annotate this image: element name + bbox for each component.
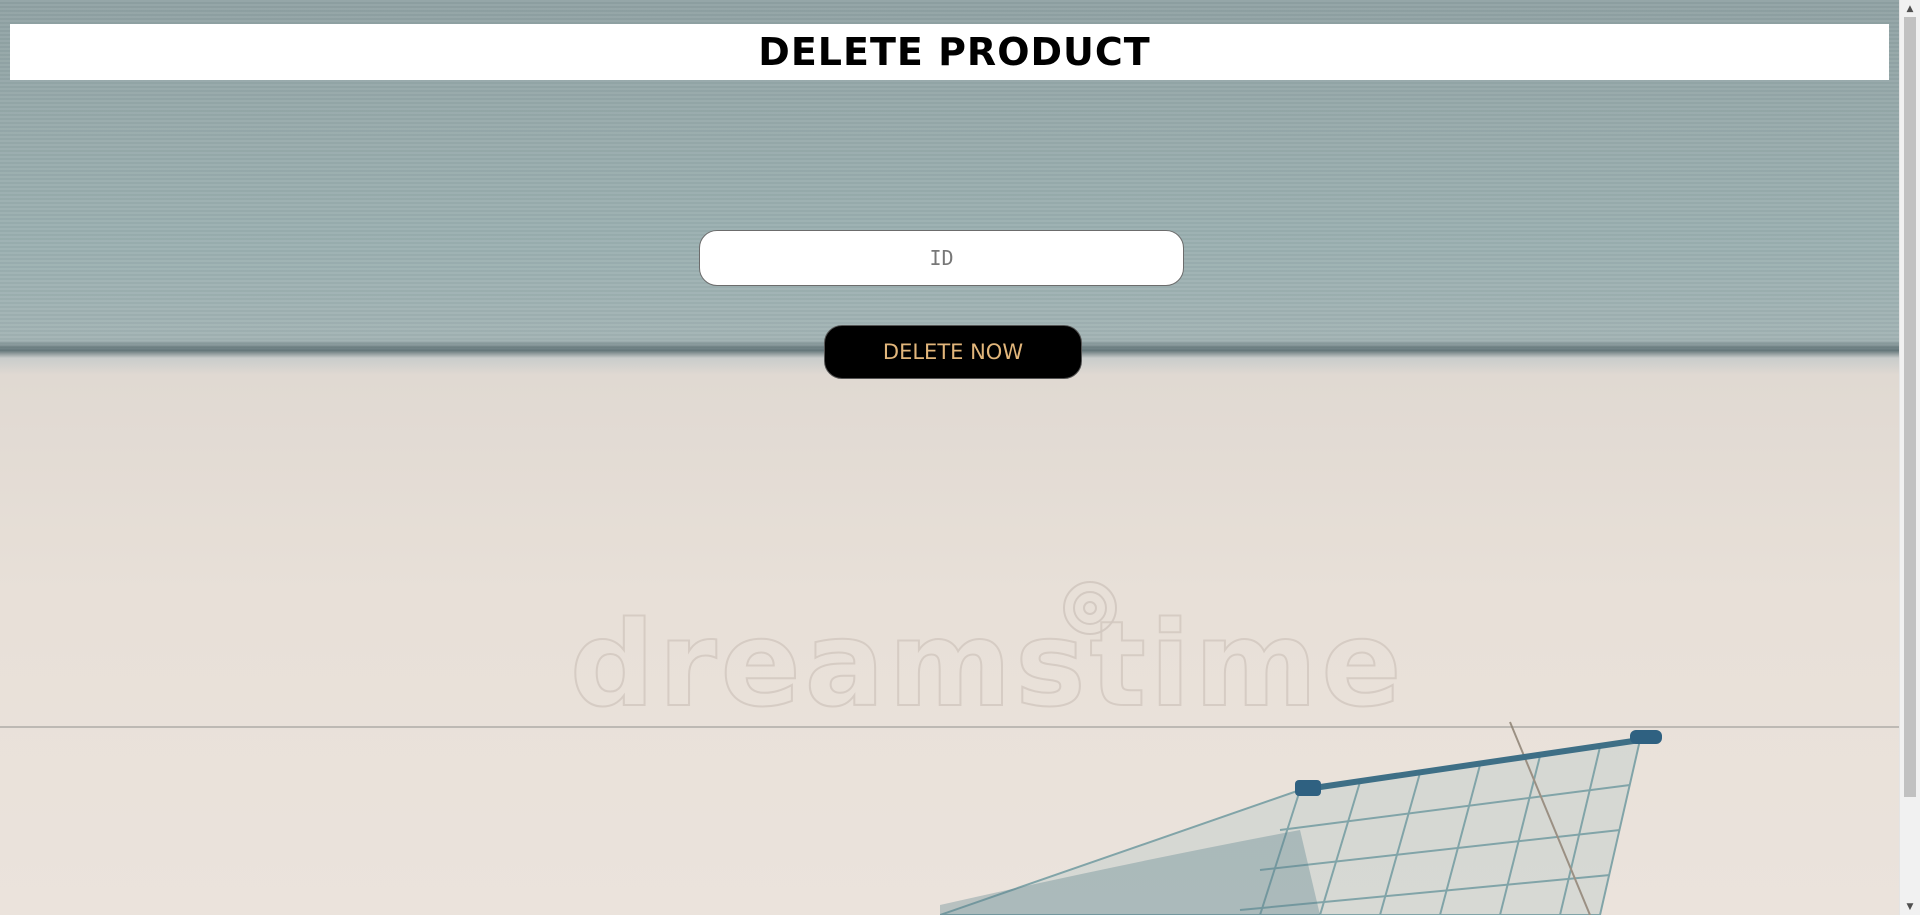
page-title: DELETE PRODUCT xyxy=(758,30,1151,74)
vertical-scrollbar[interactable]: ▲ ▼ xyxy=(1899,0,1920,915)
scrollbar-thumb[interactable] xyxy=(1904,17,1916,797)
background-image: dreamstime xyxy=(0,0,1900,915)
page: dreamstime DELETE PRODUCT ID DELETE NOW … xyxy=(0,0,1920,915)
watermark-swirl-icon xyxy=(1063,581,1117,635)
shopping-cart-icon xyxy=(940,721,1662,915)
scroll-up-arrow-icon[interactable]: ▲ xyxy=(1900,0,1920,17)
scroll-down-arrow-icon[interactable]: ▼ xyxy=(1900,898,1920,915)
id-input[interactable] xyxy=(699,230,1184,286)
header-bar: DELETE PRODUCT xyxy=(10,24,1889,80)
delete-now-button[interactable]: DELETE NOW xyxy=(824,325,1082,379)
